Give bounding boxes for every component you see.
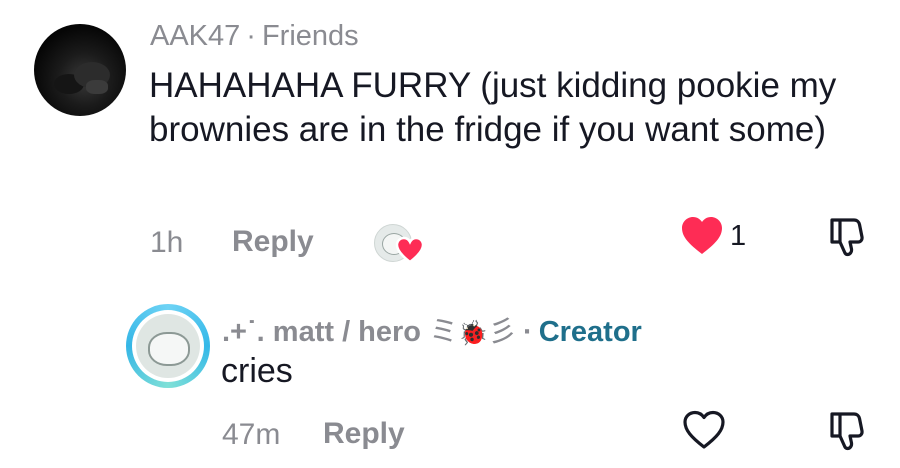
comment-text: HAHAHAHA FURRY (just kidding pookie my b…: [149, 66, 837, 149]
like-count: 1: [730, 220, 747, 252]
separator-dot: ·: [523, 316, 533, 348]
creator-liked-heart-icon: [395, 236, 425, 264]
reply-author-row: .+˙. matt / hero ミ🐞彡 · Creator: [222, 308, 642, 350]
ladybug-emoji: 🐞: [458, 320, 488, 347]
comment-username[interactable]: AAK47: [150, 20, 240, 52]
reply-button[interactable]: Reply: [323, 417, 405, 451]
relation-label: Friends: [261, 20, 359, 52]
thumbs-down-icon[interactable]: [824, 214, 868, 258]
avatar-creator[interactable]: [126, 304, 210, 388]
username-suffix-right: 彡: [488, 316, 518, 348]
heart-outline-icon[interactable]: [682, 410, 726, 450]
reply-time: 47m: [222, 418, 281, 451]
username-prefix: .+˙.: [222, 316, 265, 348]
creator-badge: Creator: [538, 316, 642, 348]
thumbs-down-icon[interactable]: [824, 408, 868, 452]
separator-dot: ·: [246, 20, 256, 52]
avatar-aak47[interactable]: [34, 24, 126, 116]
comment-author-row: AAK47 · Friends: [150, 20, 359, 53]
reply-comment-text: cries: [221, 352, 293, 390]
reply-username[interactable]: matt / hero: [273, 316, 421, 348]
username-suffix-left: ミ: [429, 316, 459, 348]
reply-button[interactable]: Reply: [232, 225, 314, 259]
comment-time: 1h: [150, 226, 184, 259]
heart-filled-icon[interactable]: [680, 216, 724, 256]
